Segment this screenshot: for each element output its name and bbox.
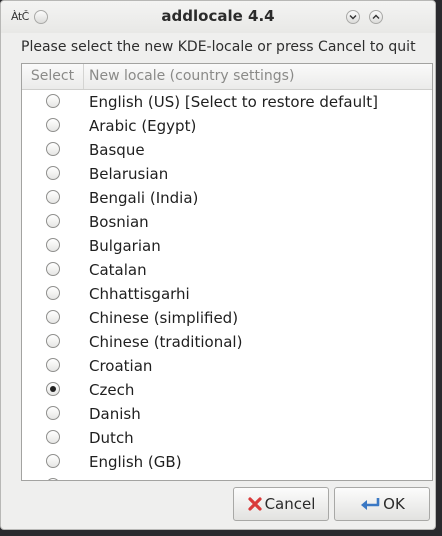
locale-label: English (US) [Select to restore default] xyxy=(89,93,379,111)
list-item[interactable]: Basque xyxy=(22,138,432,162)
list-item[interactable]: Belarusian xyxy=(22,162,432,186)
cancel-button-label: Cancel xyxy=(264,495,316,513)
minimize-button[interactable] xyxy=(346,10,360,24)
locale-radio[interactable] xyxy=(46,454,60,468)
list-item[interactable]: Croatian xyxy=(22,354,432,378)
locale-radio[interactable] xyxy=(46,430,60,444)
column-header-locale[interactable]: New locale (country settings) xyxy=(89,64,294,89)
list-item[interactable]: English (GB) xyxy=(22,450,432,474)
list-header: Select New locale (country settings) xyxy=(22,64,432,90)
cancel-x-icon xyxy=(247,496,263,512)
list-item[interactable]: Bosnian xyxy=(22,210,432,234)
maximize-button[interactable] xyxy=(369,10,383,24)
ok-button-label: OK xyxy=(383,495,405,513)
locale-list[interactable]: Select New locale (country settings) Eng… xyxy=(21,63,433,481)
locale-label: Belarusian xyxy=(89,165,169,183)
locale-radio[interactable] xyxy=(46,118,60,132)
locale-radio[interactable] xyxy=(46,190,60,204)
list-item[interactable]: Chhattisgarhi xyxy=(22,282,432,306)
locale-label: Dutch xyxy=(89,429,134,447)
locale-radio[interactable] xyxy=(46,358,60,372)
list-item[interactable]: Chinese (simplified) xyxy=(22,306,432,330)
locale-radio[interactable] xyxy=(46,94,60,108)
list-item[interactable]: Arabic (Egypt) xyxy=(22,114,432,138)
locale-radio[interactable] xyxy=(46,286,60,300)
ok-button[interactable]: OK xyxy=(334,487,430,521)
list-item[interactable]: Danish xyxy=(22,402,432,426)
locale-radio[interactable] xyxy=(46,238,60,252)
locale-label: Czech xyxy=(89,381,135,399)
locale-label: Bengali (India) xyxy=(89,189,199,207)
locale-label: Bulgarian xyxy=(89,237,161,255)
locale-label: Bosnian xyxy=(89,213,149,231)
locale-radio[interactable] xyxy=(46,166,60,180)
list-item[interactable]: Czech xyxy=(22,378,432,402)
list-item[interactable]: Bulgarian xyxy=(22,234,432,258)
locale-radio[interactable] xyxy=(46,214,60,228)
locale-radio[interactable] xyxy=(46,334,60,348)
locale-label: Chhattisgarhi xyxy=(89,285,190,303)
chevron-down-icon xyxy=(349,15,357,20)
chevron-up-icon xyxy=(372,14,380,19)
locale-label: Chinese (traditional) xyxy=(89,333,243,351)
locale-label: Basque xyxy=(89,141,145,159)
dialog-window: ÀtČ addlocale 4.4 Please select the new … xyxy=(0,0,436,530)
locale-radio[interactable] xyxy=(46,310,60,324)
locale-label: Catalan xyxy=(89,261,147,279)
column-header-select[interactable]: Select xyxy=(22,64,84,89)
list-item[interactable]: Chinese (traditional) xyxy=(22,330,432,354)
cancel-button[interactable]: Cancel xyxy=(233,487,329,521)
list-item[interactable]: Bengali (India) xyxy=(22,186,432,210)
locale-label: Croatian xyxy=(89,357,153,375)
locale-radio[interactable] xyxy=(46,262,60,276)
title-bar[interactable]: ÀtČ addlocale 4.4 xyxy=(1,1,435,33)
list-item[interactable]: Dutch xyxy=(22,426,432,450)
enter-arrow-icon xyxy=(359,496,381,512)
locale-label: English (GB) xyxy=(89,453,182,471)
list-item-partial[interactable] xyxy=(22,474,432,480)
list-rows: English (US) [Select to restore default]… xyxy=(22,90,432,480)
locale-label: Chinese (simplified) xyxy=(89,309,239,327)
locale-radio[interactable] xyxy=(46,142,60,156)
locale-label: Danish xyxy=(89,405,141,423)
locale-radio[interactable] xyxy=(46,406,60,420)
locale-radio[interactable] xyxy=(46,382,60,396)
list-item[interactable]: English (US) [Select to restore default] xyxy=(22,90,432,114)
instruction-text: Please select the new KDE-locale or pres… xyxy=(21,39,416,55)
locale-label: Arabic (Egypt) xyxy=(89,117,197,135)
list-item[interactable]: Catalan xyxy=(22,258,432,282)
locale-radio[interactable] xyxy=(46,478,60,480)
